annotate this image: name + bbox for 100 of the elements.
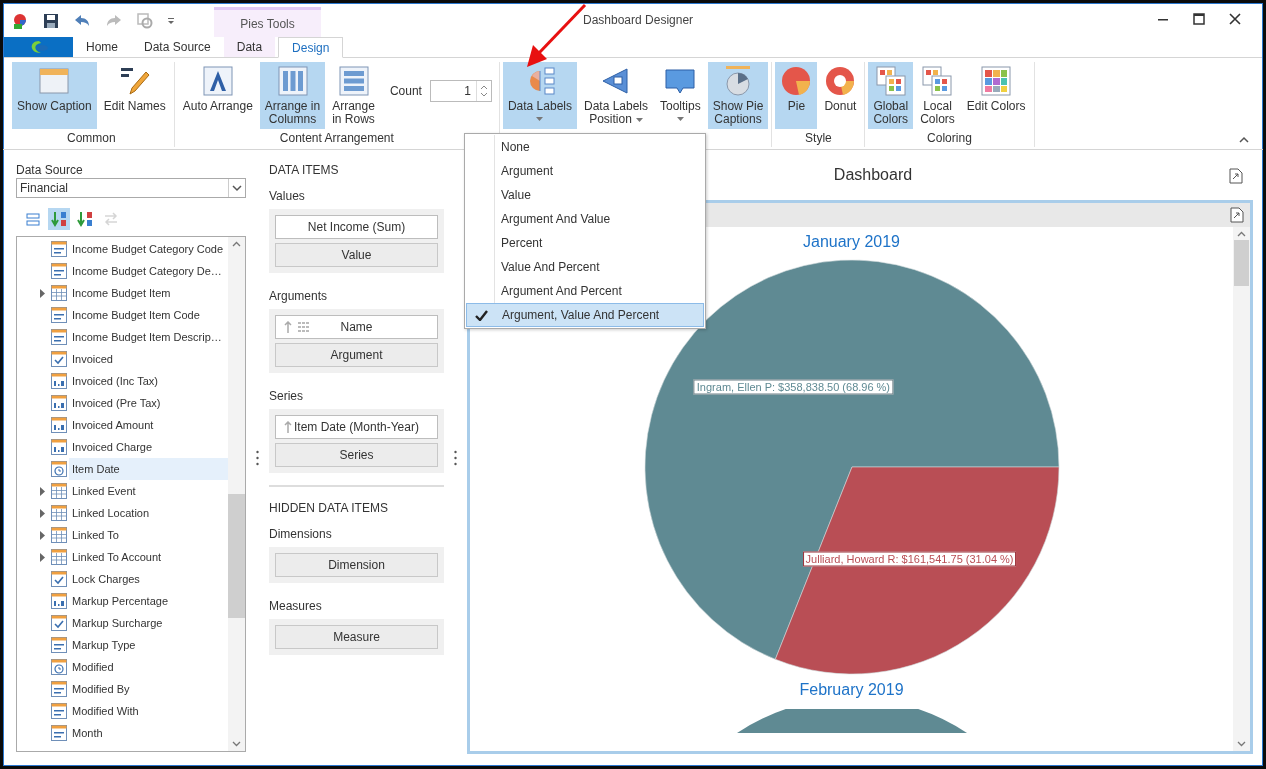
- data-item-button[interactable]: Argument: [275, 343, 438, 367]
- scrollbar-thumb[interactable]: [1234, 240, 1249, 286]
- data-item-button[interactable]: Series: [275, 443, 438, 467]
- pie-slice[interactable]: [774, 466, 1059, 675]
- field-list-item[interactable]: Month: [17, 722, 228, 744]
- window-title: Dashboard Designer: [583, 13, 694, 27]
- field-list-item[interactable]: Invoiced (Pre Tax): [17, 392, 228, 414]
- checkbox-field-icon: [51, 351, 67, 367]
- data-item-button[interactable]: Measure: [275, 625, 438, 649]
- field-list-item[interactable]: Income Budget Item: [17, 282, 228, 304]
- field-list-item[interactable]: Linked Event: [17, 480, 228, 502]
- maximize-icon[interactable]: [1193, 13, 1205, 25]
- field-list-item[interactable]: Modified: [17, 656, 228, 678]
- undo-icon[interactable]: [73, 14, 91, 28]
- ribbon-button[interactable]: Data Labels Position: [578, 62, 653, 130]
- field-list-item[interactable]: Invoiced Amount: [17, 414, 228, 436]
- ribbon-tab[interactable]: Data: [223, 37, 276, 57]
- field-list-item[interactable]: Markup Surcharge: [17, 612, 228, 634]
- export-icon[interactable]: [1230, 207, 1244, 223]
- ribbon-button[interactable]: Pie: [775, 62, 818, 129]
- field-name: Income Budget Category Code: [71, 242, 225, 257]
- export-icon[interactable]: [1229, 168, 1243, 184]
- collapse-ribbon-icon[interactable]: [1239, 136, 1249, 143]
- section-label: Measures: [269, 599, 323, 613]
- customize-menu-icon[interactable]: [167, 17, 175, 25]
- field-list-item[interactable]: Modified By: [17, 678, 228, 700]
- field-name: Month: [71, 726, 104, 741]
- splitter-grip[interactable]: [454, 450, 457, 466]
- field-name: Modified By: [71, 682, 131, 697]
- ribbon-button[interactable]: Donut: [819, 62, 862, 129]
- spinner-arrows-icon: [479, 83, 488, 99]
- number-field-icon: [51, 593, 67, 609]
- expand-arrow-icon[interactable]: [39, 288, 45, 298]
- menu-item[interactable]: Value: [466, 183, 704, 207]
- field-list-item[interactable]: Markup Percentage: [17, 590, 228, 612]
- field-list-item[interactable]: Invoiced (Inc Tax): [17, 370, 228, 392]
- ribbon-tab[interactable]: Design: [278, 37, 344, 58]
- field-list-item[interactable]: Income Budget Item Descrip…: [17, 326, 228, 348]
- ribbon-button[interactable]: Auto Arrange: [177, 62, 258, 129]
- ribbon-tab[interactable]: Home: [73, 37, 131, 57]
- field-list-item[interactable]: Lock Charges: [17, 568, 228, 590]
- field-list-scrollbar[interactable]: [228, 237, 245, 751]
- menu-item[interactable]: Argument, Value And Percent: [466, 303, 704, 327]
- field-list-item[interactable]: Income Budget Category Code: [17, 238, 228, 260]
- field-name: Invoiced (Inc Tax): [71, 374, 159, 389]
- field-list-item[interactable]: Linked To: [17, 524, 228, 546]
- data-item-button[interactable]: Value: [275, 243, 438, 267]
- field-list-item[interactable]: Linked Location: [17, 502, 228, 524]
- menu-item[interactable]: None: [466, 135, 704, 159]
- ribbon-button[interactable]: Edit Colors: [961, 62, 1031, 129]
- scrollbar-thumb[interactable]: [228, 494, 245, 618]
- ribbon-button[interactable]: Edit Names: [98, 62, 171, 129]
- menu-item[interactable]: Argument And Value: [466, 207, 704, 231]
- field-list-item[interactable]: Modified With: [17, 700, 228, 722]
- data-item-button[interactable]: Item Date (Month-Year): [275, 415, 438, 439]
- data-item-button[interactable]: Net Income (Sum): [275, 215, 438, 239]
- expand-arrow-icon[interactable]: [39, 486, 45, 496]
- pie-icon: [780, 65, 813, 97]
- expand-arrow-icon[interactable]: [39, 530, 45, 540]
- section-label: Series: [269, 389, 304, 403]
- field-list-item[interactable]: Item Date: [17, 458, 228, 480]
- field-list-item[interactable]: Linked To Account: [17, 546, 228, 568]
- ribbon-button[interactable]: Arrange in Rows: [327, 62, 380, 129]
- field-list-item[interactable]: Invoiced Charge: [17, 436, 228, 458]
- save-icon[interactable]: [43, 13, 59, 29]
- number-field-icon: [51, 395, 67, 411]
- field-name: Linked To Account: [71, 550, 163, 565]
- data-source-dropdown[interactable]: Financial: [16, 178, 246, 198]
- scroll-down-icon[interactable]: [1237, 741, 1246, 747]
- ribbon-button[interactable]: Tooltips: [655, 62, 706, 130]
- ribbon-button[interactable]: Arrange in Columns: [259, 62, 326, 129]
- chart-scrollbar[interactable]: [1233, 227, 1250, 751]
- field-list-item[interactable]: Income Budget Item Code: [17, 304, 228, 326]
- ribbon-button[interactable]: Local Colors: [915, 62, 960, 129]
- ribbon-button[interactable]: Global Colors: [868, 62, 914, 129]
- field-list-item[interactable]: Income Budget Category De…: [17, 260, 228, 282]
- caret-icon: [635, 117, 643, 122]
- splitter-grip[interactable]: [256, 450, 259, 466]
- data-label: Julliard, Howard R: $161,541.75 (31.04 %): [802, 551, 1017, 567]
- scroll-down-icon[interactable]: [232, 741, 241, 747]
- number-field-icon: [51, 373, 67, 389]
- count-spinner[interactable]: 1: [429, 80, 492, 102]
- data-item-button[interactable]: Dimension: [275, 553, 438, 577]
- scroll-up-icon[interactable]: [1237, 231, 1246, 237]
- scroll-up-icon[interactable]: [232, 241, 241, 247]
- close-icon[interactable]: [1229, 13, 1241, 25]
- menu-item[interactable]: Percent: [466, 231, 704, 255]
- menu-item[interactable]: Value And Percent: [466, 255, 704, 279]
- ribbon-button[interactable]: Show Caption: [12, 62, 97, 129]
- sort-ascending-icon[interactable]: [48, 208, 70, 230]
- field-list-item[interactable]: Invoiced: [17, 348, 228, 370]
- ribbon-button[interactable]: Show Pie Captions: [707, 62, 769, 130]
- expand-arrow-icon[interactable]: [39, 508, 45, 518]
- text-field-icon: [51, 725, 67, 741]
- menu-item[interactable]: Argument: [466, 159, 704, 183]
- ribbon-button[interactable]: Data Labels: [502, 62, 577, 130]
- field-list-item[interactable]: Markup Type: [17, 634, 228, 656]
- expand-arrow-icon[interactable]: [39, 552, 45, 562]
- ribbon-tab[interactable]: Data Source: [131, 37, 224, 57]
- app-menu-button[interactable]: [4, 37, 73, 57]
